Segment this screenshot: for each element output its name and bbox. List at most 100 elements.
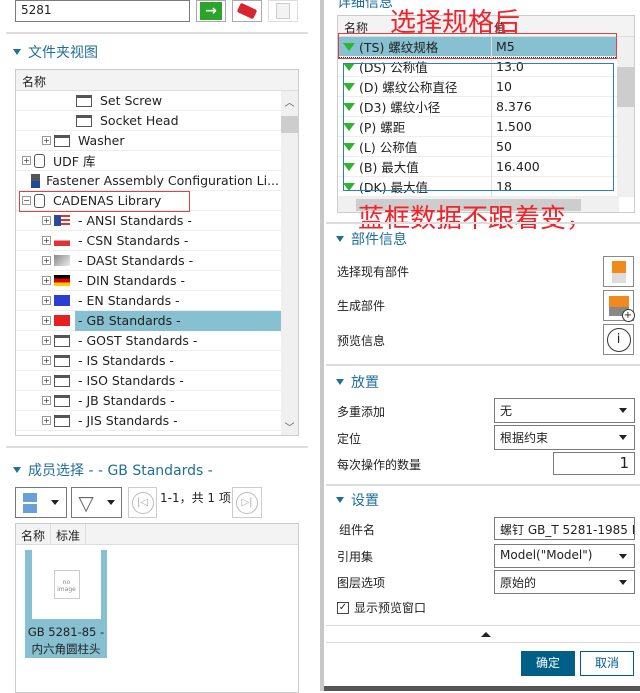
expand-icon[interactable]: + (42, 236, 51, 245)
settings-header[interactable]: 设置 (336, 490, 379, 510)
reference-set-dropdown[interactable]: Model("Model") (494, 544, 635, 568)
tree-item[interactable]: Fastener Assembly Configuration Li... (16, 171, 282, 191)
filter-funnel-icon: ▽ (78, 490, 94, 515)
expand-icon[interactable]: + (42, 296, 51, 305)
tree-item[interactable]: + - GB Standards - (16, 310, 282, 331)
collapse-triangle-icon (336, 236, 344, 242)
select-existing-part-button[interactable] (603, 256, 634, 287)
filter-dropdown[interactable]: ▽ (71, 487, 122, 518)
layer-option-dropdown[interactable]: 原始的 (494, 570, 635, 594)
tree-item-label: - DIN Standards - (78, 273, 185, 288)
column-header-standard[interactable]: 标准 (51, 524, 87, 544)
tree-item[interactable]: + - DASt Standards - (16, 251, 282, 271)
multi-add-dropdown[interactable]: 无 (494, 398, 635, 423)
position-dropdown[interactable]: 根据约束 (494, 425, 635, 450)
view-mode-dropdown[interactable] (15, 487, 67, 518)
expand-icon[interactable]: + (42, 336, 51, 345)
component-name-input[interactable]: 螺钉 GB_T 5281-1985 M (494, 517, 635, 540)
flag-cn-icon (54, 315, 70, 326)
details-vscrollbar[interactable] (617, 37, 634, 197)
tree-item-label: - GB Standards - (75, 310, 282, 331)
folder-tree[interactable]: 名称 Set Screw Socket Head + Washer + UDF 库 Fast… (15, 69, 299, 436)
tree-item[interactable]: Socket Head (16, 111, 282, 131)
expand-icon[interactable]: + (42, 136, 51, 145)
last-page-button[interactable]: ▷| (232, 487, 262, 518)
collapse-triangle-icon (13, 467, 21, 473)
eraser-icon (236, 2, 258, 20)
tree-item-label: - IS Standards - (78, 353, 174, 368)
tree-item-label: Fastener Assembly Configuration Li... (46, 173, 279, 188)
tree-item[interactable]: + - GOST Standards - (16, 331, 282, 351)
column-header-name[interactable]: 名称 (16, 70, 298, 91)
scroll-thumb[interactable] (281, 116, 298, 133)
preview-info-button[interactable]: i (603, 324, 634, 355)
folder-view-header[interactable]: 文件夹视图 (13, 42, 98, 62)
expand-icon[interactable]: + (42, 416, 51, 425)
details-header[interactable]: 详细信息 (337, 0, 393, 12)
tree-item[interactable]: + - JB Standards - (16, 391, 282, 411)
expand-icon[interactable]: + (42, 216, 51, 225)
tree-item[interactable]: + - ANSI Standards - (16, 211, 282, 231)
generate-part-button[interactable]: + (603, 290, 635, 322)
go-arrow-icon: → (200, 2, 222, 20)
tree-item[interactable]: + - IS Standards - (16, 351, 282, 371)
tree-item-label: - CSN Standards - (78, 233, 189, 248)
expand-icon[interactable]: + (42, 256, 51, 265)
member-select-header[interactable]: 成员选择 - - GB Standards - (13, 460, 213, 480)
tree-scrollbar[interactable]: ︿ ﹀ (281, 91, 298, 435)
search-go-button[interactable]: → (196, 0, 226, 22)
ok-button[interactable]: 确定 (521, 651, 575, 676)
tree-item-label: UDF 库 (53, 154, 96, 169)
preview-window-checkbox[interactable]: ✓ 显示预览窗口 (337, 599, 426, 616)
collapse-triangle-icon (336, 379, 344, 385)
cube-add-icon: + (608, 295, 635, 322)
annotation-text-top: 选择规格后 (390, 8, 521, 38)
checkbox-checked-icon: ✓ (337, 601, 349, 614)
member-list[interactable]: 名称 标准 no image GB 5281-85 - 内六角圆柱头 (15, 523, 299, 693)
expand-icon[interactable]: + (42, 276, 51, 285)
count-label: 每次操作的数量 (337, 458, 422, 472)
expand-icon[interactable]: + (42, 356, 51, 365)
tree-item-label: - JB Standards - (78, 393, 175, 408)
tree-item-label: Set Screw (100, 93, 163, 108)
tree-item-label: - ANSI Standards - (78, 213, 192, 228)
tree-item[interactable]: + UDF 库 (16, 151, 282, 171)
tree-item[interactable]: + - DIN Standards - (16, 271, 282, 291)
layer-option-label: 图层选项 (337, 576, 386, 590)
tree-item-label: - JIS Standards - (78, 413, 178, 428)
panel-splitter[interactable] (320, 0, 324, 691)
scroll-up-icon[interactable]: ︿ (281, 94, 298, 109)
tree-item[interactable]: + - CSN Standards - (16, 231, 282, 251)
part-info-header[interactable]: 部件信息 (336, 229, 407, 249)
properties-button[interactable] (268, 0, 298, 22)
collapse-up-icon[interactable] (481, 632, 491, 637)
select-existing-label: 选择现有部件 (337, 265, 410, 279)
tree-item[interactable]: + - EN Standards - (16, 291, 282, 311)
clear-search-button[interactable] (232, 0, 262, 22)
cancel-button[interactable]: 取消 (580, 651, 634, 676)
tree-item-label: - EN Standards - (78, 293, 180, 308)
folder-icon (76, 94, 92, 107)
tree-item[interactable]: + - JIS Standards - (16, 411, 282, 431)
tree-item[interactable]: + - ISO Standards - (16, 371, 282, 391)
scroll-thumb[interactable] (617, 67, 634, 107)
expand-icon[interactable]: + (22, 156, 31, 165)
library-icon (34, 153, 45, 168)
preview-info-label: 预览信息 (337, 334, 386, 348)
scroll-down-icon[interactable]: ﹀ (281, 419, 298, 434)
expand-icon[interactable]: + (42, 316, 51, 325)
tree-item[interactable]: Set Screw (16, 91, 282, 111)
member-item[interactable]: no image GB 5281-85 - 内六角圆柱头 (25, 550, 107, 658)
expand-icon[interactable]: + (42, 376, 51, 385)
thumbnail-view-icon (23, 492, 37, 513)
properties-icon (276, 3, 290, 19)
first-page-button[interactable]: |◁ (128, 487, 157, 518)
folder-icon (76, 114, 92, 127)
search-input[interactable]: 5281 (15, 0, 190, 22)
tree-item[interactable]: + Washer (16, 131, 282, 151)
placement-header[interactable]: 放置 (336, 372, 379, 392)
count-input[interactable]: 1 (553, 452, 635, 475)
column-header-name[interactable]: 名称 (16, 524, 52, 544)
flag-eu-icon (54, 295, 70, 306)
expand-icon[interactable]: + (42, 396, 51, 405)
